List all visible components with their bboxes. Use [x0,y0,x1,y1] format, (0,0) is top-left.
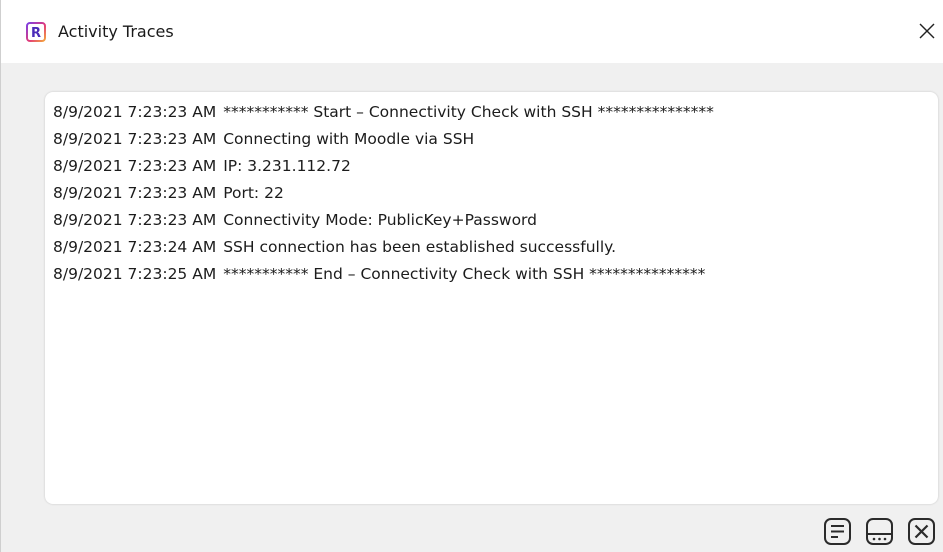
log-list: 8/9/2021 7:23:23 AM *********** Start – C… [53,99,930,288]
log-panel[interactable]: 8/9/2021 7:23:23 AM *********** Start – C… [45,92,938,504]
log-entry: 8/9/2021 7:23:23 AM Connecting with Moodl… [53,126,930,153]
r-logo-icon: R [26,22,46,42]
window-title: Activity Traces [58,22,174,41]
log-entry: 8/9/2021 7:23:23 AM Port: 22 [53,180,930,207]
log-timestamp: 8/9/2021 7:23:23 AM [53,157,217,175]
log-entry: 8/9/2021 7:23:25 AM *********** End – Con… [53,261,930,288]
log-message: IP: 3.231.112.72 [223,157,351,175]
log-message: Connectivity Mode: PublicKey+Password [223,211,537,229]
log-details-icon[interactable] [823,517,852,546]
log-entry: 8/9/2021 7:23:24 AM SSH connection has be… [53,234,930,261]
log-entry: 8/9/2021 7:23:23 AM Connectivity Mode: Pu… [53,207,930,234]
clear-icon[interactable] [907,517,936,546]
log-timestamp: 8/9/2021 7:23:25 AM [53,265,217,283]
status-bar-icon[interactable] [865,517,894,546]
log-entry: 8/9/2021 7:23:23 AM IP: 3.231.112.72 [53,153,930,180]
log-timestamp: 8/9/2021 7:23:23 AM [53,211,217,229]
log-timestamp: 8/9/2021 7:23:23 AM [53,184,217,202]
activity-traces-window: R Activity Traces 8/9/2021 7:23:23 AM ***… [0,0,943,552]
r-logo-letter: R [31,26,41,41]
log-entry: 8/9/2021 7:23:23 AM *********** Start – C… [53,99,930,126]
log-message: Connecting with Moodle via SSH [223,130,475,148]
log-message: SSH connection has been established succ… [223,238,617,256]
log-message: *********** End – Connectivity Check wit… [223,265,706,283]
log-message: Port: 22 [223,184,284,202]
log-timestamp: 8/9/2021 7:23:24 AM [53,238,217,256]
close-icon[interactable] [918,22,936,40]
title-bar: R Activity Traces [1,0,943,63]
log-message: *********** Start – Connectivity Check w… [223,103,714,121]
log-timestamp: 8/9/2021 7:23:23 AM [53,103,217,121]
log-timestamp: 8/9/2021 7:23:23 AM [53,130,217,148]
